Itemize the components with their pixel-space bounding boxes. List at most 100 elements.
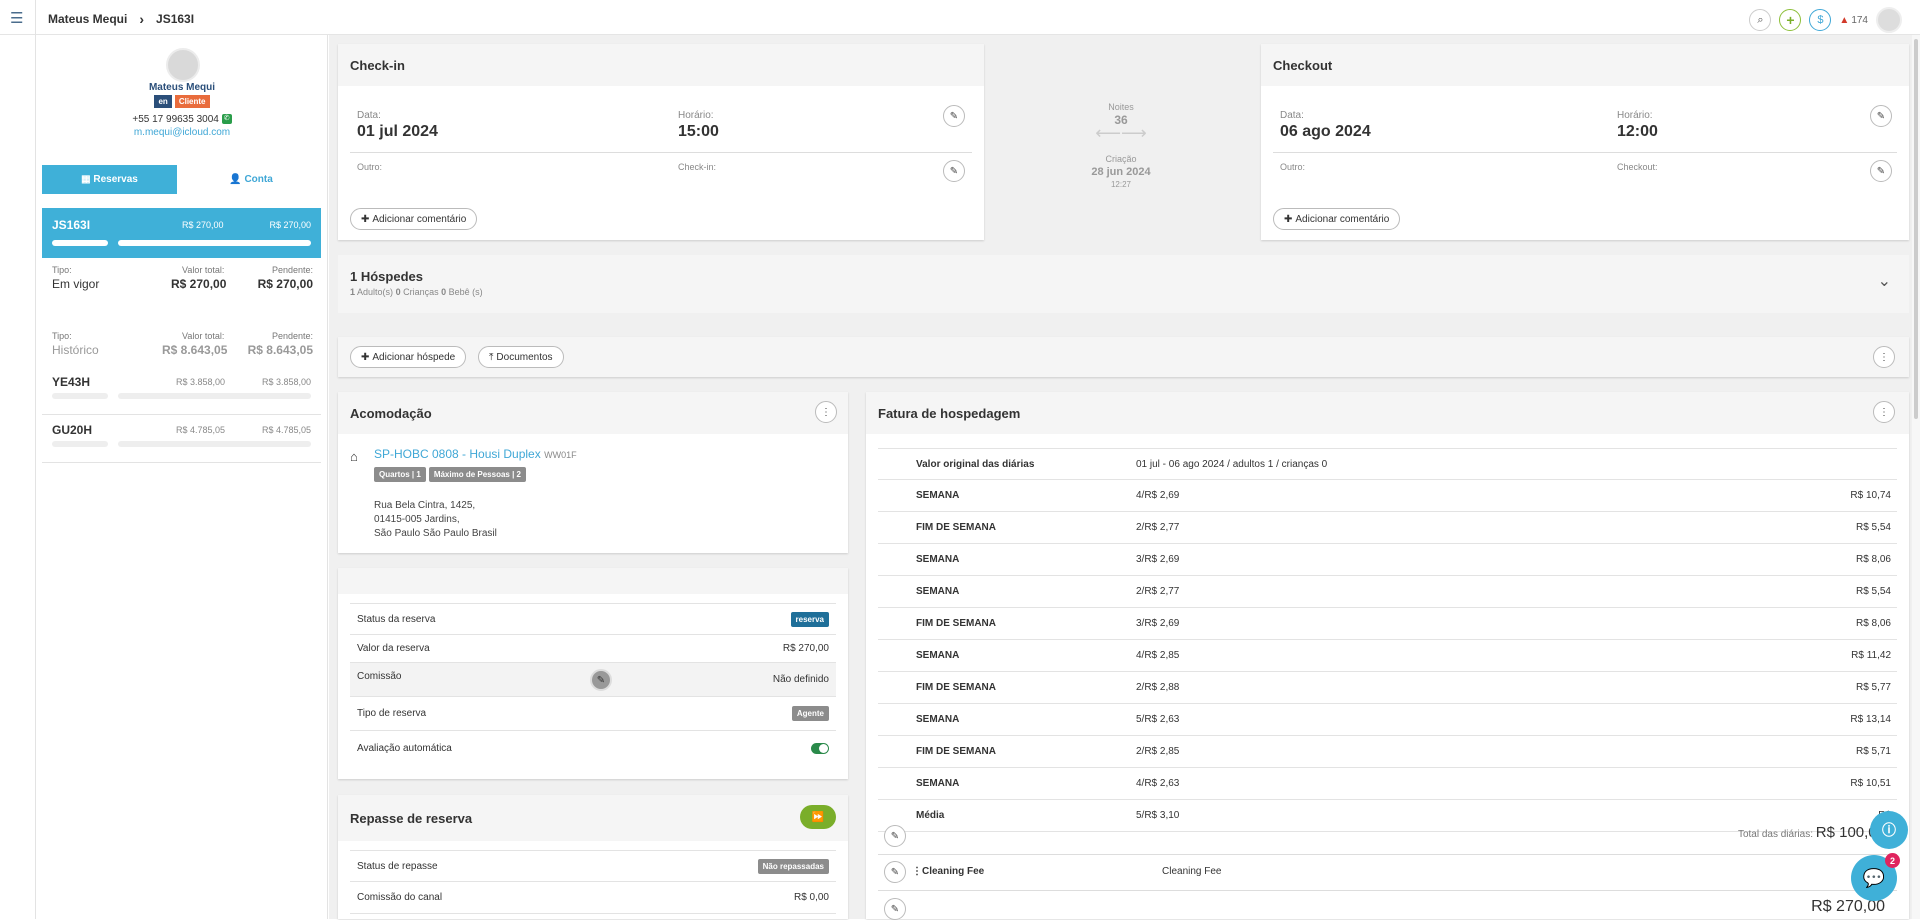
channel-commission-value: R$ 0,00 xyxy=(793,892,829,903)
checkin-other-label: Outro: xyxy=(357,162,383,172)
edit-checkin-other-button[interactable]: ✎ xyxy=(943,160,965,182)
type-badge: Agente xyxy=(791,706,829,721)
reservation-code: YE43H xyxy=(52,375,91,389)
row-total: R$ 13,14 xyxy=(1850,714,1891,725)
edit-checkin-date-button[interactable]: ✎ xyxy=(943,105,965,127)
status-badge[interactable]: reserva xyxy=(790,611,829,627)
summary-type-label: Tipo: xyxy=(52,265,72,275)
checkout-time: 12:00 xyxy=(1617,123,1658,140)
fee-description: Cleaning Fee xyxy=(1162,866,1222,877)
row-total: R$ 5,77 xyxy=(1855,682,1891,693)
fast-forward-icon[interactable]: ⏩ xyxy=(800,805,836,829)
accommodation-code: WW01F xyxy=(544,450,577,460)
fee-label: Cleaning Fee xyxy=(922,866,985,877)
value-row: Valor da reserva R$ 270,00 xyxy=(350,635,836,663)
plus-icon: ✚ xyxy=(361,351,370,363)
checkout-date-label: Data: xyxy=(1280,110,1304,121)
reservation-item[interactable]: GU20H R$ 4.785,05 R$ 4.785,05 xyxy=(42,415,321,463)
row-label: FIM DE SEMANA xyxy=(916,746,996,757)
summary-pending: R$ 8.643,05 xyxy=(247,343,313,357)
channel-commission-row: Comissão do canal R$ 0,00 xyxy=(350,882,836,914)
address-line: 01415-005 Jardins, xyxy=(374,514,460,525)
invoice-row: SEMANA 4/R$ 2,63 R$ 10,51 xyxy=(878,768,1897,800)
max-people-badge: Máximo de Pessoas | 2 xyxy=(428,467,526,482)
add-icon[interactable]: + xyxy=(1779,9,1802,31)
breadcrumb-reservation[interactable]: JS163I xyxy=(156,12,194,26)
edit-checkout-other-button[interactable]: ✎ xyxy=(1870,160,1892,182)
row-quantity: 4/R$ 2,69 xyxy=(1136,490,1180,501)
row-label: Média xyxy=(916,810,945,821)
status-label: Status da reserva xyxy=(357,613,436,625)
edit-button[interactable]: ✎ xyxy=(884,898,906,920)
reservation-item[interactable]: YE43H R$ 3.858,00 R$ 3.858,00 xyxy=(42,367,321,415)
edit-total-button[interactable]: ✎ xyxy=(884,825,906,847)
reservation-item-active[interactable]: JS163I R$ 270,00 R$ 270,00 xyxy=(42,208,321,258)
menu-icon[interactable]: ☰ xyxy=(10,9,23,27)
chevron-down-icon[interactable]: ⌄ xyxy=(1878,271,1891,291)
row-total: R$ 11,42 xyxy=(1851,650,1891,661)
summary-history: Tipo: Histórico Valor total: R$ 8.643,05… xyxy=(42,331,321,371)
documents-button[interactable]: ⤒ Documentos xyxy=(478,346,564,368)
edit-commission-button[interactable]: ✎ xyxy=(590,669,612,691)
main-content: Check-in Data: 01 jul 2024 Horário: 15:0… xyxy=(329,35,1920,920)
checkin-field-label: Check-in: xyxy=(678,162,717,172)
add-guest-button[interactable]: ✚ Adicionar hóspede xyxy=(350,346,467,368)
tab-reservas[interactable]: ▦ Reservas xyxy=(42,165,177,194)
children-count: 0 xyxy=(395,287,401,297)
dollar-icon[interactable]: $ xyxy=(1809,9,1832,31)
row-quantity: 2/R$ 2,88 xyxy=(1136,682,1180,693)
invoice-row: FIM DE SEMANA 2/R$ 2,85 R$ 5,71 xyxy=(878,736,1897,768)
documents-label: Documentos xyxy=(496,351,553,363)
chat-badge: 2 xyxy=(1885,853,1900,868)
row-label: FIM DE SEMANA xyxy=(916,618,996,629)
row-total: R$ 10,51 xyxy=(1850,778,1891,789)
auto-review-toggle[interactable] xyxy=(811,742,829,754)
value-label: Valor da reserva xyxy=(357,643,430,654)
row-total: R$ 10,74 xyxy=(1850,490,1891,501)
guests-card[interactable]: 1 Hóspedes 1 Adulto(s) 0 Crianças 0 Bebê… xyxy=(338,255,1909,313)
scrollbar[interactable] xyxy=(1912,35,1920,919)
row-total: R$ 5,54 xyxy=(1855,522,1891,533)
edit-fee-button[interactable]: ✎ xyxy=(884,861,906,883)
edit-checkout-date-button[interactable]: ✎ xyxy=(1870,105,1892,127)
babies-count: 0 xyxy=(441,287,447,297)
tab-conta[interactable]: 👤 Conta xyxy=(181,165,321,194)
transfer-title: Repasse de reserva xyxy=(338,795,848,841)
summary-type: Em vigor xyxy=(52,277,100,291)
add-comment-button[interactable]: ✚ Adicionar comentário xyxy=(350,208,478,230)
checkout-title: Checkout xyxy=(1261,44,1909,86)
breadcrumb-guest[interactable]: Mateus Mequi xyxy=(48,12,127,26)
invoice-header-row: Valor original das diárias 01 jul - 06 a… xyxy=(878,448,1897,480)
guest-name[interactable]: Mateus Mequi xyxy=(36,82,328,93)
guest-email[interactable]: m.mequi@icloud.com xyxy=(36,127,328,138)
invoice-total: Total das diárias: R$ 100,00 xyxy=(1738,824,1885,841)
transfer-status-row: Status de repasse Não repassadas xyxy=(350,850,836,882)
channel-commission-label: Comissão do canal xyxy=(357,892,443,903)
row-quantity: 5/R$ 2,63 xyxy=(1136,714,1180,725)
phone-icon[interactable]: ✆ xyxy=(221,114,232,125)
drag-handle-icon[interactable]: ⋮ xyxy=(912,866,922,877)
add-guest-label: Adicionar hóspede xyxy=(372,351,456,363)
search-icon[interactable]: ⌕ xyxy=(1749,9,1772,31)
checkout-card: Checkout Data: 06 ago 2024 Horário: 12:0… xyxy=(1261,44,1909,240)
alerts[interactable]: ▲ 174 xyxy=(1839,15,1868,26)
summary-current: Tipo: Em vigor Valor total: R$ 270,00 Pe… xyxy=(42,265,321,305)
accommodation-options-button[interactable]: ⋮ xyxy=(815,401,837,423)
divider xyxy=(1273,152,1897,153)
top-bar: ☰ Mateus Mequi › JS163I ⌕ + $ ▲ 174 xyxy=(0,0,1920,35)
alerts-count: 174 xyxy=(1851,14,1868,26)
accommodation-tags: Quartos | 1 Máximo de Pessoas | 2 xyxy=(374,467,526,482)
invoice-row: SEMANA 4/R$ 2,85 R$ 11,42 xyxy=(878,640,1897,672)
accommodation-name[interactable]: SP-HOBC 0808 - Housi Duplex xyxy=(374,447,541,461)
checkin-card: Check-in Data: 01 jul 2024 Horário: 15:0… xyxy=(338,44,984,240)
add-comment-button[interactable]: ✚ Adicionar comentário xyxy=(1273,208,1401,230)
row-quantity: 5/R$ 3,10 xyxy=(1136,810,1180,821)
progress-bar xyxy=(118,441,311,447)
invoice-options-button[interactable]: ⋮ xyxy=(1873,401,1895,423)
more-options-button[interactable]: ⋮ xyxy=(1873,346,1895,368)
scrollbar-thumb[interactable] xyxy=(1914,39,1918,419)
info-icon[interactable]: ⓘ xyxy=(1870,811,1908,849)
invoice-row: SEMANA 2/R$ 2,77 R$ 5,54 xyxy=(878,576,1897,608)
commission-label: Comissão xyxy=(357,671,402,682)
avatar[interactable] xyxy=(1876,7,1902,33)
